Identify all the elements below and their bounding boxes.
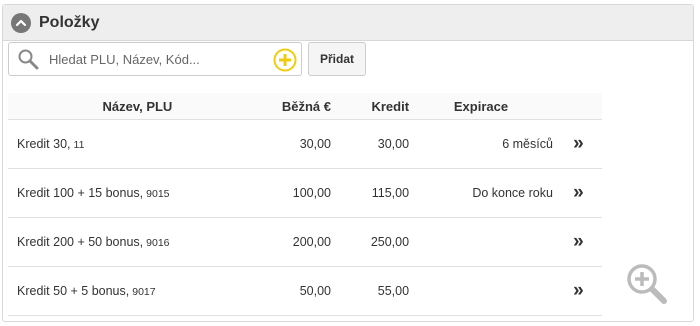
table-header-row: Název, PLU Běžná € Kredit Expirace: [8, 93, 602, 120]
column-header-price[interactable]: Běžná €: [257, 93, 331, 120]
row-expiration: [409, 217, 553, 267]
row-expiration: Do konce roku: [409, 168, 553, 218]
add-button[interactable]: Přidat: [308, 42, 367, 76]
row-price: 30,00: [257, 119, 331, 169]
row-name: Kredit 200 + 50 bonus,: [17, 235, 144, 249]
row-price: 200,00: [257, 217, 331, 267]
row-detail-arrow[interactable]: »: [552, 217, 602, 267]
column-header-credit[interactable]: Kredit: [331, 93, 410, 120]
row-plu: 9015: [146, 188, 170, 200]
double-chevron-right-icon[interactable]: »: [573, 133, 583, 154]
panel-title: Položky: [39, 13, 100, 31]
row-price: 50,00: [257, 266, 331, 316]
row-credit: 115,00: [331, 168, 410, 218]
row-detail-arrow[interactable]: »: [552, 119, 602, 169]
column-header-action: [552, 93, 602, 120]
search-box[interactable]: [8, 42, 302, 76]
table-row[interactable]: Kredit 200 + 50 bonus, 9016 200,00 250,00…: [8, 217, 602, 267]
double-chevron-right-icon[interactable]: »: [573, 280, 583, 301]
row-plu: 9016: [146, 237, 170, 249]
plus-circle-icon[interactable]: [273, 48, 297, 72]
search-input[interactable]: [47, 50, 271, 68]
chevron-up-icon[interactable]: [11, 12, 31, 33]
double-chevron-right-icon[interactable]: »: [573, 182, 583, 203]
search-row: Přidat: [8, 42, 367, 76]
row-plu: 11: [73, 139, 85, 151]
table-row[interactable]: Kredit 30, 11 30,00 30,00 6 měsíců »: [8, 119, 602, 169]
row-name-cell: Kredit 200 + 50 bonus, 9016: [8, 217, 258, 267]
table-row[interactable]: Kredit 100 + 15 bonus, 9015 100,00 115,00…: [8, 168, 602, 218]
table-row[interactable]: Kredit 50 + 5 bonus, 9017 50,00 55,00 »: [8, 266, 602, 316]
row-detail-arrow[interactable]: »: [552, 168, 602, 218]
row-name-cell: Kredit 30, 11: [8, 119, 258, 169]
double-chevron-right-icon[interactable]: »: [573, 231, 583, 252]
column-header-name[interactable]: Název, PLU: [8, 93, 258, 120]
row-name-cell: Kredit 100 + 15 bonus, 9015: [8, 168, 258, 218]
row-expiration: [409, 266, 553, 316]
items-table: Název, PLU Běžná € Kredit Expirace Kredi…: [8, 93, 602, 316]
row-expiration: 6 měsíců: [409, 119, 553, 169]
panel-header: Položky: [3, 5, 693, 41]
zoom-in-icon[interactable]: [624, 262, 678, 306]
search-icon: [18, 49, 39, 70]
row-credit: 250,00: [331, 217, 410, 267]
row-credit: 30,00: [331, 119, 410, 169]
row-name: Kredit 100 + 15 bonus,: [17, 186, 144, 200]
column-header-expiration[interactable]: Expirace: [409, 93, 553, 120]
row-name-cell: Kredit 50 + 5 bonus, 9017: [8, 266, 258, 316]
row-detail-arrow[interactable]: »: [552, 266, 602, 316]
row-credit: 55,00: [331, 266, 410, 316]
row-price: 100,00: [257, 168, 331, 218]
row-name: Kredit 50 + 5 bonus,: [17, 284, 130, 298]
row-name: Kredit 30,: [17, 137, 71, 151]
row-plu: 9017: [132, 286, 156, 298]
